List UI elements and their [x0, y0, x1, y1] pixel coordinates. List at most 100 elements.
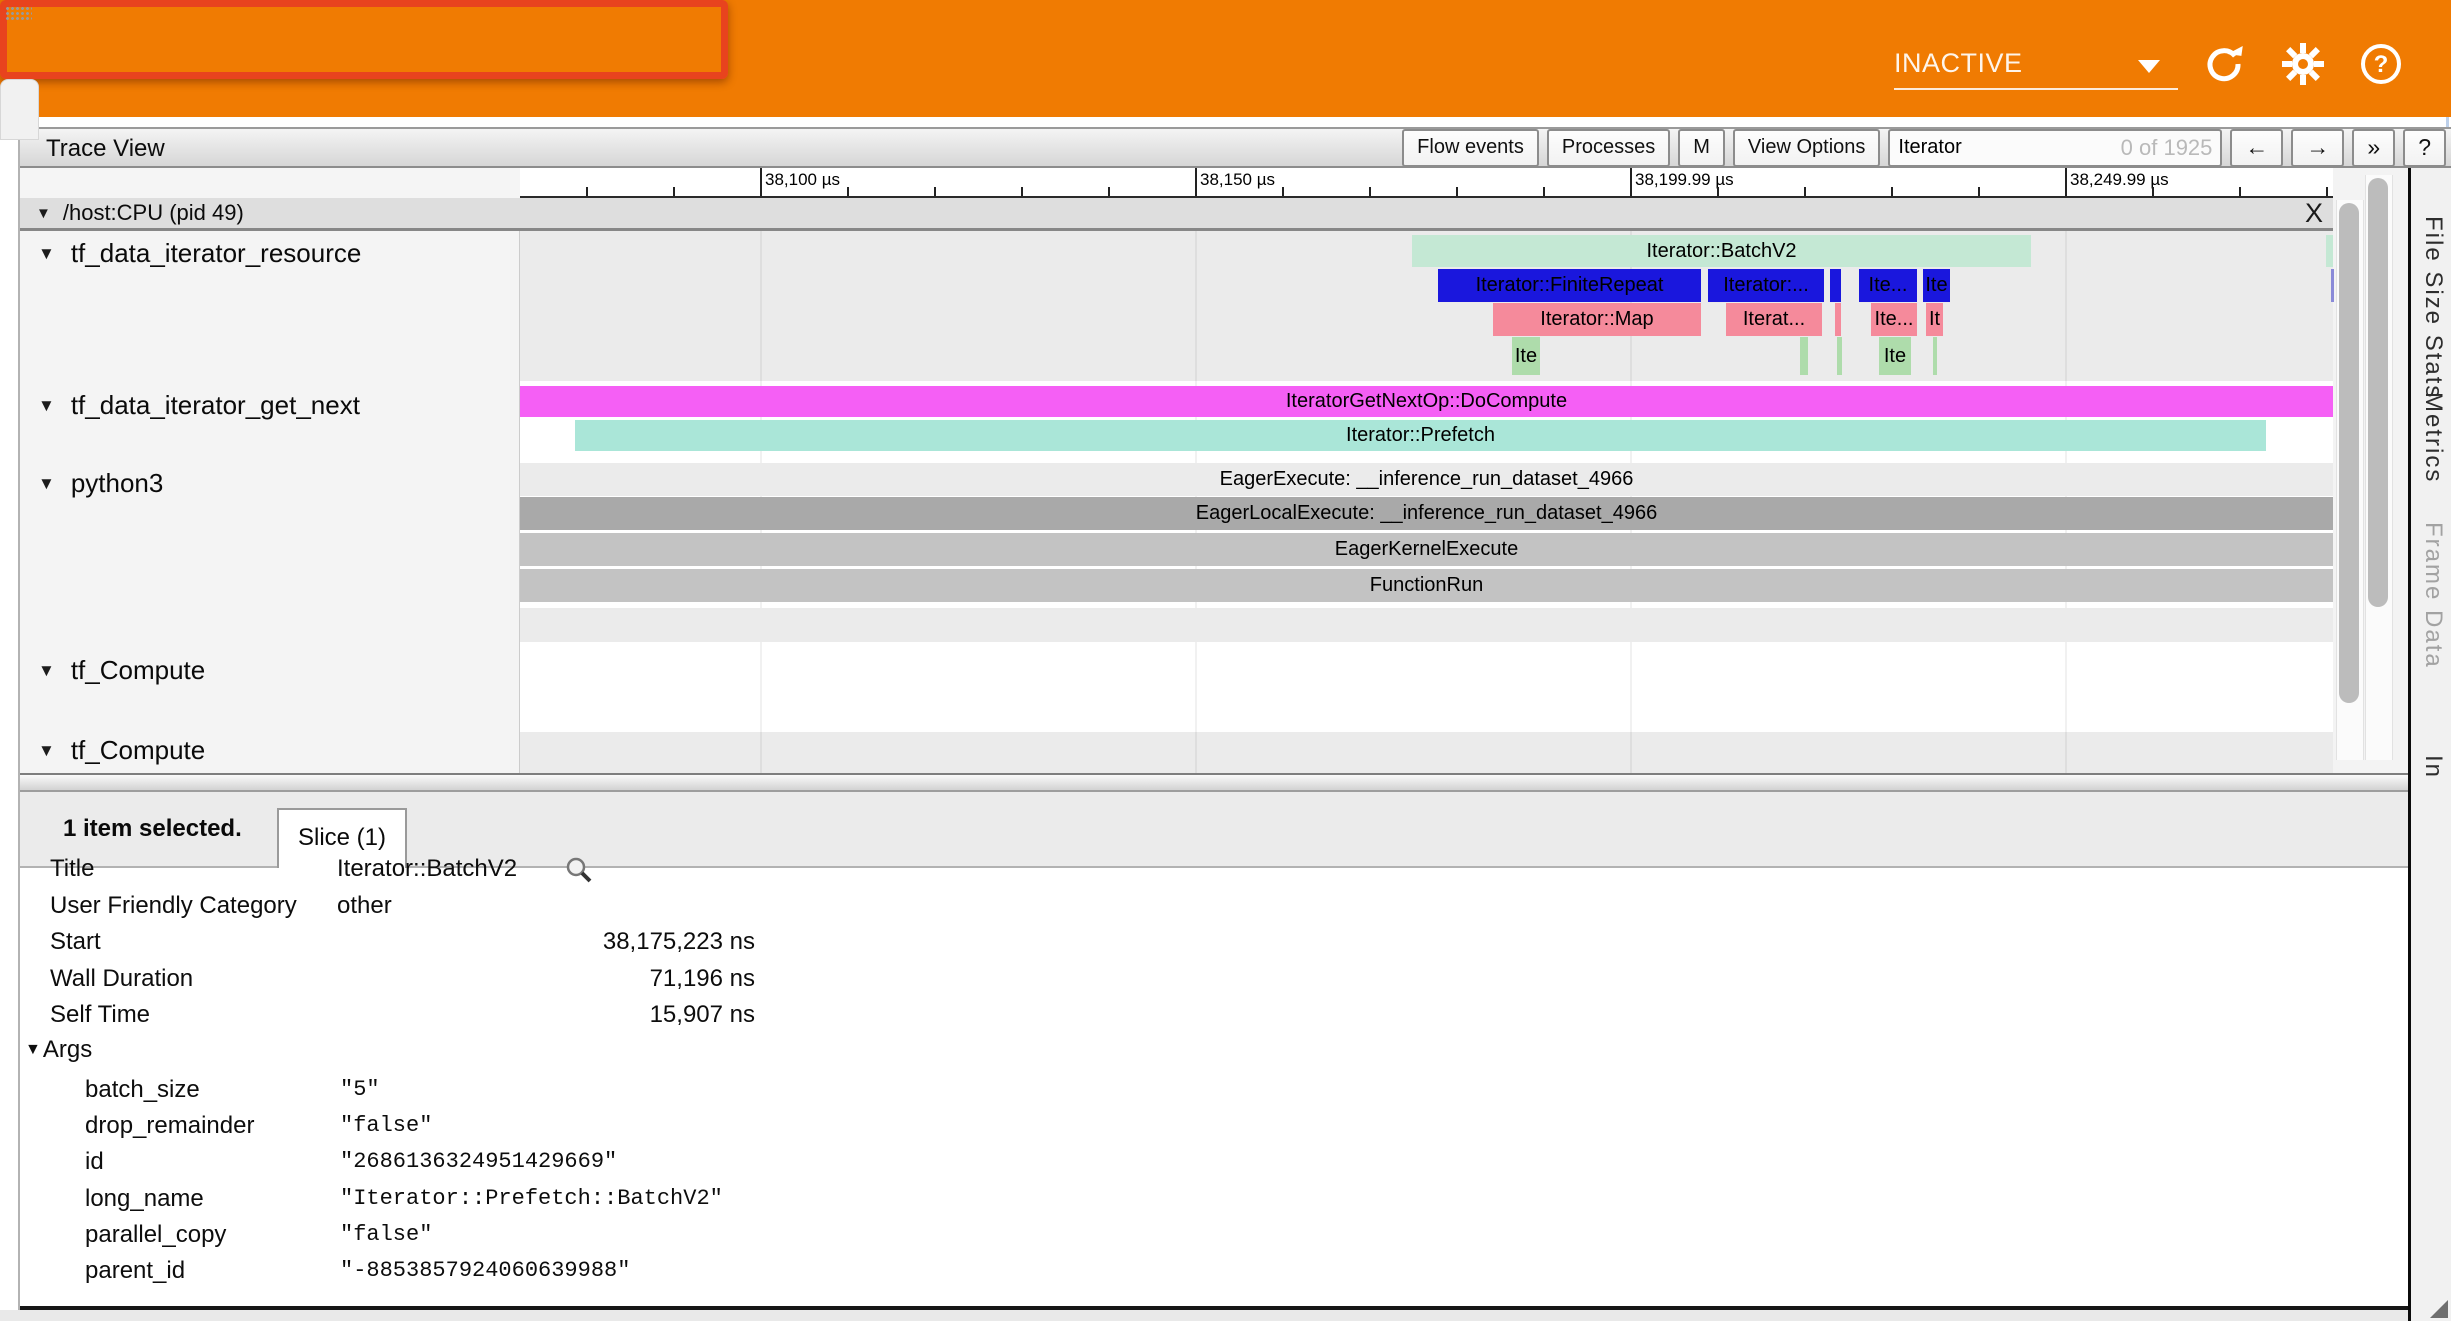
button-view-options[interactable]: View Options [1733, 129, 1880, 167]
track-group-background [520, 642, 2333, 732]
ruler-minor-tick [1456, 187, 1458, 196]
trace-event-label: Iterator::Map [1540, 308, 1653, 331]
trace-event[interactable] [1830, 269, 1841, 302]
tool-sidebar [2408, 168, 2451, 1321]
button-next-match[interactable]: → [2291, 129, 2344, 167]
trace-event-iterator-finiterepeat[interactable]: Iterator::FiniteRepeat [1438, 269, 1701, 302]
trace-event-label: Iterator:... [1723, 274, 1809, 297]
svg-text:?: ? [2374, 51, 2389, 78]
trace-event-label: EagerExecute: __inference_run_dataset_49… [1220, 468, 1634, 491]
process-header[interactable]: ▼ /host:CPU (pid 49) X [20, 198, 2333, 231]
button-processes[interactable]: Processes [1547, 129, 1670, 167]
gear-icon[interactable] [2281, 42, 2325, 86]
button-m[interactable]: M [1678, 129, 1725, 167]
trace-event-label: Ite [1884, 345, 1906, 368]
trace-event-iteratorgetnextop-docompute[interactable]: IteratorGetNextOp::DoCompute [520, 386, 2333, 417]
ruler-minor-tick [2326, 187, 2328, 196]
panel-splitter[interactable] [20, 773, 2408, 792]
status-dropdown-value: INACTIVE [1894, 48, 2023, 78]
ruler-major-tick [1630, 168, 1632, 196]
collapse-caret-icon[interactable]: ▼ [36, 205, 51, 222]
ruler-minor-tick [2152, 187, 2154, 196]
trace-event-iterator-prefetch[interactable]: Iterator::Prefetch [575, 420, 2266, 451]
caret-down-icon [2138, 60, 2160, 73]
ruler-minor-tick [934, 187, 936, 196]
scrollbar-thumb-1[interactable] [2339, 203, 2359, 703]
trace-event-ite[interactable]: Ite... [1871, 303, 1917, 336]
trace-event[interactable] [1837, 337, 1842, 375]
trace-event-label: Iterator::Prefetch [1346, 424, 1495, 447]
trace-event-ite[interactable]: Ite [1879, 337, 1911, 375]
trace-event-label: EagerKernelExecute [1335, 538, 1518, 561]
trace-view-title: Trace View [46, 135, 165, 163]
refresh-icon[interactable] [2202, 42, 2246, 86]
ruler-minor-tick [586, 187, 588, 196]
trace-event-label: Iterat... [1743, 308, 1805, 331]
tab-slice[interactable]: Slice (1) [277, 808, 407, 868]
trace-event[interactable] [2326, 235, 2333, 267]
button-help[interactable]: ? [2403, 129, 2446, 167]
trace-event-label: Ite... [1875, 308, 1914, 331]
trace-event-label: Iterator::FiniteRepeat [1476, 274, 1664, 297]
trace-event[interactable] [520, 608, 2333, 642]
trace-event-eagerlocalexecute-inference-run-dataset-4966[interactable]: EagerLocalExecute: __inference_run_datas… [520, 497, 2333, 530]
trace-event-iterator-map[interactable]: Iterator::Map [1493, 303, 1701, 336]
ruler-minor-tick [1978, 187, 1980, 196]
search-input-value: Iterator [1898, 136, 1961, 159]
ruler-minor-tick [673, 187, 675, 196]
trace-event-ite[interactable]: Ite [1512, 337, 1540, 375]
trace-event-iterat[interactable]: Iterat... [1726, 303, 1822, 336]
trace-event[interactable] [2331, 269, 2334, 302]
trace-event-label: FunctionRun [1370, 574, 1483, 597]
scrollbar-thumb-2[interactable] [2368, 178, 2388, 607]
trace-event-ite[interactable]: Ite... [1859, 269, 1917, 302]
trace-event-label: Ite [1925, 274, 1947, 297]
details-panel: 1 item selected. Slice (1) [20, 792, 2408, 1306]
ruler-major-tick [760, 168, 762, 196]
trace-event-it[interactable]: It [1926, 303, 1943, 336]
ruler-minor-tick [1804, 187, 1806, 196]
ruler-minor-tick [1108, 187, 1110, 196]
trace-event-ite[interactable]: Ite [1923, 269, 1950, 302]
trace-event-iterator-batchv2[interactable]: Iterator::BatchV2 [1412, 235, 2031, 267]
process-name: /host:CPU (pid 49) [63, 200, 244, 226]
search-field[interactable]: Iterator 0 of 1925 [1888, 129, 2222, 167]
trace-event-iterator[interactable]: Iterator:... [1708, 269, 1824, 302]
ruler-major-tick [1195, 168, 1197, 196]
trace-event[interactable] [1800, 337, 1808, 375]
selection-summary: 1 item selected. [63, 792, 242, 866]
timeline-ruler[interactable]: 38,100 µs38,150 µs38,199.99 µs38,249.99 … [520, 168, 2333, 198]
help-icon[interactable]: ? [2359, 42, 2403, 86]
trace-event-eagerexecute-inference-run-dataset-4966[interactable]: EagerExecute: __inference_run_dataset_49… [520, 463, 2333, 496]
search-match-counter: 0 of 1925 [2121, 135, 2213, 161]
trace-event-eagerkernelexecute[interactable]: EagerKernelExecute [520, 533, 2333, 566]
ruler-major-tick [2065, 168, 2067, 196]
ruler-tick-label: 38,100 µs [765, 170, 840, 190]
ruler-minor-tick [1021, 187, 1023, 196]
ruler-minor-tick [1543, 187, 1545, 196]
ruler-minor-tick [1891, 187, 1893, 196]
trace-event-label: Iterator::BatchV2 [1646, 240, 1796, 263]
trace-event-label: Ite... [1869, 274, 1908, 297]
toolbar-buttons: Flow eventsProcessesMView OptionsIterato… [1402, 128, 2446, 167]
trace-event-label: It [1929, 308, 1940, 331]
trace-event-label: IteratorGetNextOp::DoCompute [1286, 390, 1567, 413]
button-flow-events[interactable]: Flow events [1402, 129, 1539, 167]
trace-event[interactable] [1933, 337, 1937, 375]
status-dropdown-underline [1894, 88, 2178, 90]
button-collapse-panel[interactable]: » [2352, 129, 2395, 167]
ruler-minor-tick [1369, 187, 1371, 196]
ruler-minor-tick [2239, 187, 2241, 196]
button-prev-match[interactable]: ← [2230, 129, 2283, 167]
ruler-tick-label: 38,150 µs [1200, 170, 1275, 190]
app-header-bar: INACTIVE ? [0, 0, 2451, 117]
ruler-left-spacer [20, 168, 520, 198]
ruler-minor-tick [847, 187, 849, 196]
magnifier-icon[interactable] [565, 856, 592, 883]
close-icon[interactable]: X [2305, 198, 2323, 229]
status-dropdown[interactable]: INACTIVE [1894, 38, 2178, 88]
track-group-background [520, 732, 2333, 773]
trace-event-functionrun[interactable]: FunctionRun [520, 569, 2333, 602]
track-name-column [20, 231, 520, 773]
trace-event[interactable] [1835, 303, 1841, 336]
